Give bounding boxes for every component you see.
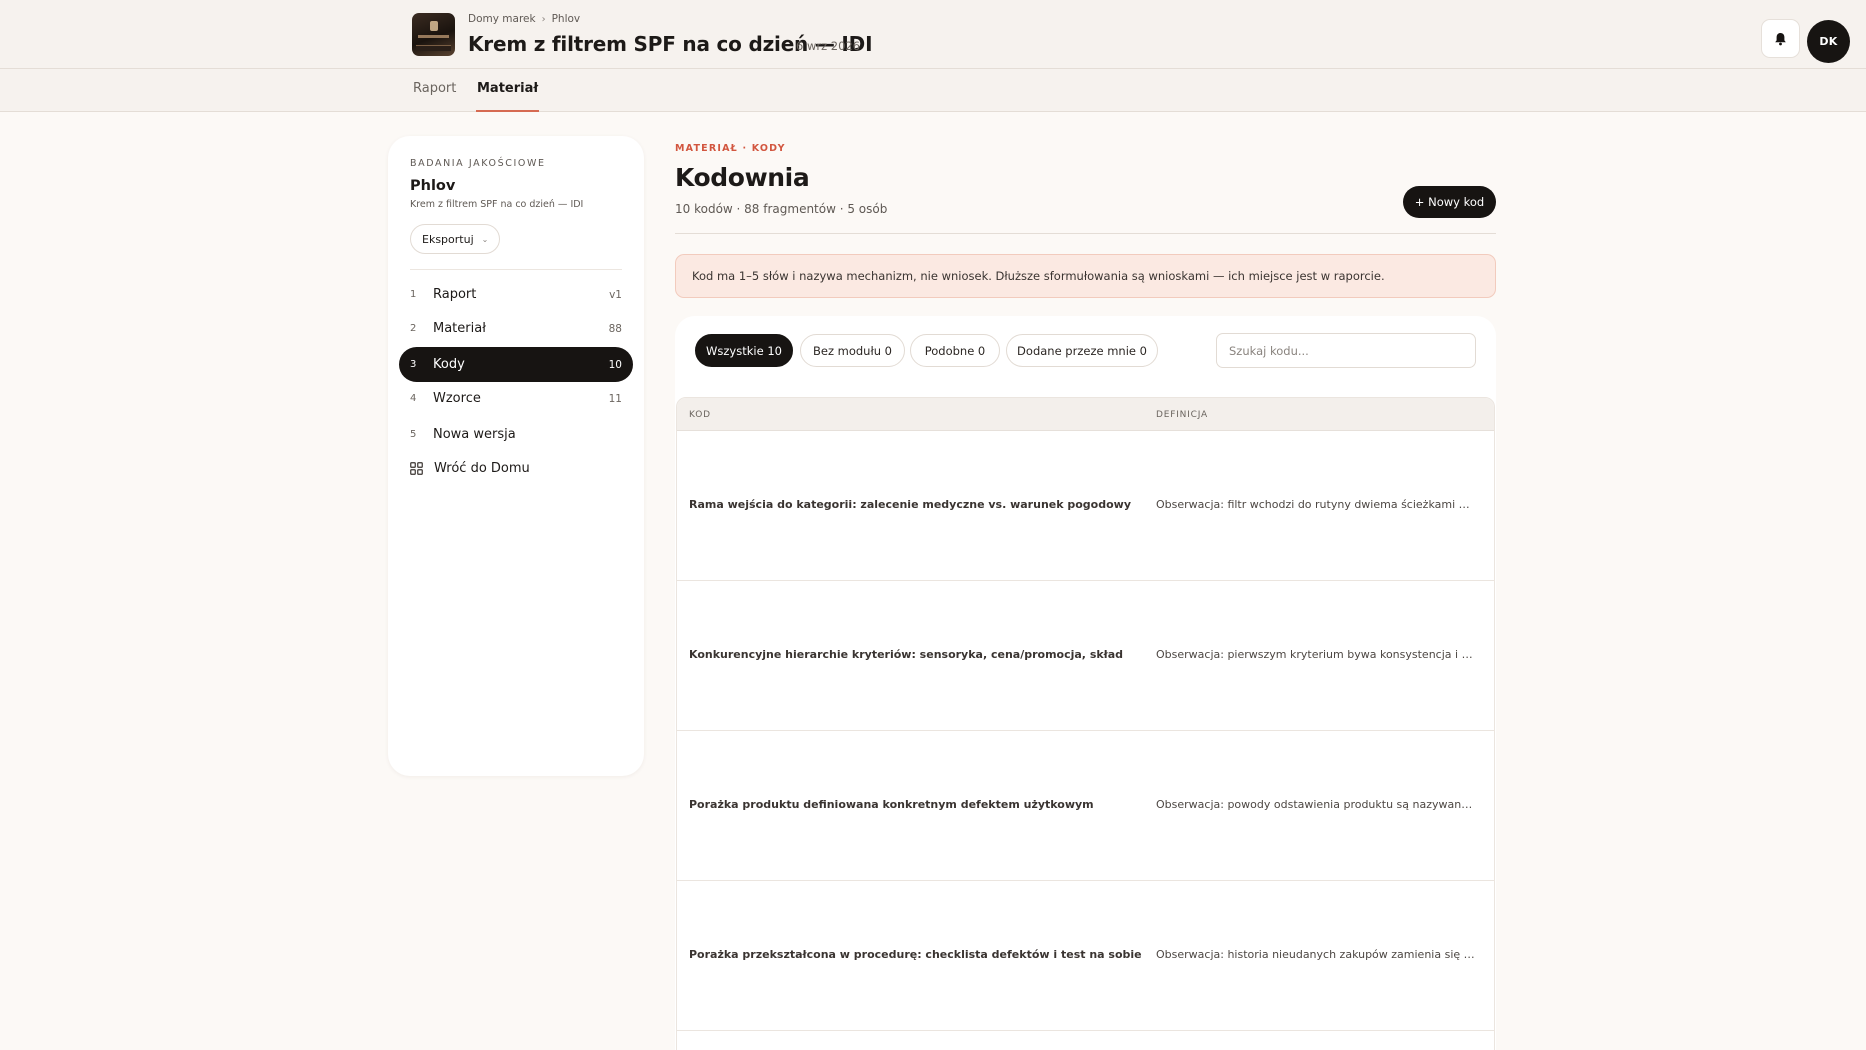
tab-bar: Raport Materiał <box>0 69 1866 112</box>
export-button[interactable]: Eksportuj ⌄ <box>410 224 500 254</box>
section-meta: 10 kodów · 88 fragmentów · 5 osób <box>675 202 888 216</box>
page-date: 6 wrz 2026 <box>796 39 861 53</box>
column-header-definition: DEFINICJA <box>1156 410 1208 420</box>
sidebar-item-number: 2 <box>410 323 417 334</box>
sidebar-item-label: Kody <box>433 357 465 372</box>
filter-chip-no-module[interactable]: Bez modułu 0 <box>800 334 905 367</box>
sidebar-overline: BADANIA JAKOŚCIOWE <box>410 158 546 169</box>
code-cell: Rama wejścia do kategorii: zalecenie med… <box>689 498 1132 511</box>
section-overline: MATERIAŁ · KODY <box>675 143 786 154</box>
table-row[interactable]: Porażka przekształcona w procedurę: chec… <box>677 881 1494 1031</box>
sidebar-item-number: 4 <box>410 393 417 404</box>
sidebar-item-number: 3 <box>410 359 417 370</box>
sidebar-item-nowa-wersja[interactable]: 5 Nowa wersja <box>399 417 633 452</box>
thumbnail-shelf-shape <box>418 35 449 38</box>
back-to-home-label: Wróć do Domu <box>434 461 530 476</box>
sidebar-item-number: 5 <box>410 429 417 440</box>
sidebar: BADANIA JAKOŚCIOWE Phlov Krem z filtrem … <box>388 136 644 776</box>
sidebar-item-wzorce[interactable]: 4 Wzorce 11 <box>399 381 633 416</box>
code-cell: Porażka produktu definiowana konkretnym … <box>689 798 1094 811</box>
bell-icon <box>1775 32 1786 45</box>
table-row[interactable]: Konkurencyjne hierarchie kryteriów: sens… <box>677 581 1494 731</box>
table-header: KOD DEFINICJA <box>677 398 1494 431</box>
grid-icon <box>410 462 423 475</box>
code-cell: Konkurencyjne hierarchie kryteriów: sens… <box>689 648 1124 661</box>
definition-cell: Obserwacja: powody odstawienia produktu … <box>1156 798 1478 811</box>
top-bar: Domy marek › Phlov Krem z filtrem SPF na… <box>0 0 1866 69</box>
sidebar-item-kody[interactable]: 3 Kody 10 <box>399 347 633 382</box>
sidebar-item-material[interactable]: 2 Materiał 88 <box>399 311 633 346</box>
search-input[interactable] <box>1216 333 1476 368</box>
breadcrumb-separator-icon: › <box>541 13 546 25</box>
chevron-down-icon: ⌄ <box>481 234 489 244</box>
definition-cell: Obserwacja: filtr wchodzi do rutyny dwie… <box>1156 498 1478 511</box>
sidebar-item-label: Wzorce <box>433 391 481 406</box>
export-label: Eksportuj <box>422 232 474 246</box>
sidebar-item-count: 10 <box>608 358 622 371</box>
tab-raport[interactable]: Raport <box>413 69 456 112</box>
sidebar-divider <box>410 269 622 270</box>
sidebar-item-label: Raport <box>433 287 477 302</box>
sidebar-item-raport[interactable]: 1 Raport v1 <box>399 277 633 312</box>
sidebar-item-label: Nowa wersja <box>433 427 516 442</box>
guideline-notice: Kod ma 1–5 słów i nazywa mechanizm, nie … <box>675 254 1496 298</box>
code-cell: Porażka przekształcona w procedurę: chec… <box>689 948 1142 961</box>
breadcrumb: Domy marek › Phlov <box>468 13 580 25</box>
sidebar-project-name: Phlov <box>410 178 456 194</box>
section-divider <box>675 233 1496 234</box>
thumbnail-lamp-shape <box>430 21 438 31</box>
back-to-home-link[interactable]: Wróć do Domu <box>399 451 633 486</box>
breadcrumb-item-brands[interactable]: Domy marek <box>468 13 536 25</box>
sidebar-item-count: v1 <box>609 288 622 301</box>
thumbnail-base-shape <box>416 45 451 51</box>
definition-cell: Obserwacja: pierwszym kryterium bywa kon… <box>1156 648 1478 661</box>
brand-thumbnail[interactable] <box>412 13 455 56</box>
definition-cell: Obserwacja: historia nieudanych zakupów … <box>1156 948 1478 961</box>
sidebar-project-subtitle: Krem z filtrem SPF na co dzień — IDI <box>410 199 584 210</box>
table-row[interactable]: Porażka produktu definiowana konkretnym … <box>677 731 1494 881</box>
guideline-notice-text: Kod ma 1–5 słów i nazywa mechanizm, nie … <box>692 269 1385 283</box>
filter-chip-added-by-me[interactable]: Dodane przeze mnie 0 <box>1006 334 1158 367</box>
user-avatar[interactable]: DK <box>1807 20 1850 63</box>
sidebar-item-number: 1 <box>410 289 417 300</box>
filter-chip-similar[interactable]: Podobne 0 <box>910 334 1000 367</box>
notifications-button[interactable] <box>1761 19 1800 58</box>
sidebar-item-count: 11 <box>608 392 622 405</box>
sidebar-item-count: 88 <box>608 322 622 335</box>
sidebar-item-label: Materiał <box>433 321 486 336</box>
column-header-code: KOD <box>689 410 711 420</box>
tab-material[interactable]: Materiał <box>476 69 540 112</box>
filter-chip-all[interactable]: Wszystkie 10 <box>695 334 793 367</box>
table-row[interactable]: Rama wejścia do kategorii: zalecenie med… <box>677 431 1494 581</box>
section-title: Kodownia <box>675 163 810 192</box>
codes-table: KOD DEFINICJA Rama wejścia do kategorii:… <box>676 397 1495 1050</box>
new-code-button[interactable]: + Nowy kod <box>1403 186 1496 218</box>
breadcrumb-item-brand[interactable]: Phlov <box>552 13 581 25</box>
